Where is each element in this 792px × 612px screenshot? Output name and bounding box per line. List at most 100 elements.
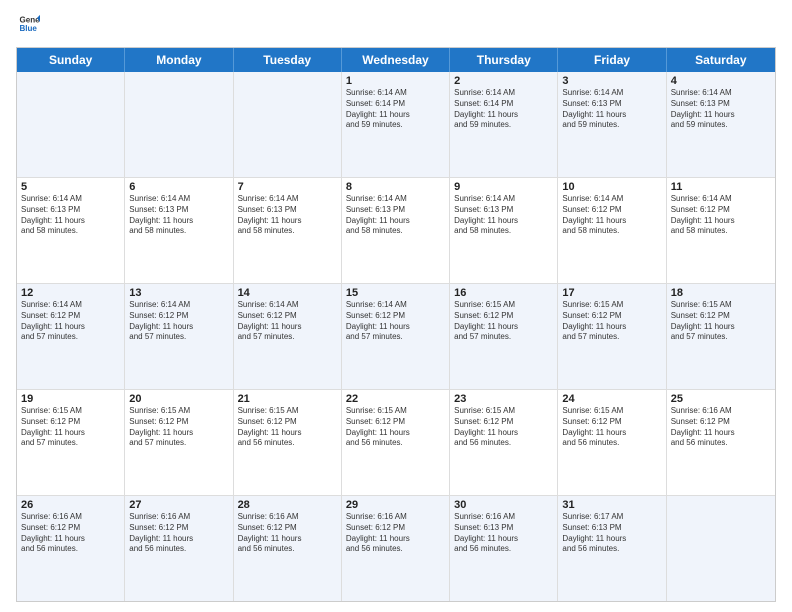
day-detail: Sunrise: 6:14 AM Sunset: 6:12 PM Dayligh…: [129, 300, 228, 343]
calendar-row-3: 19Sunrise: 6:15 AM Sunset: 6:12 PM Dayli…: [17, 389, 775, 495]
day-detail: Sunrise: 6:16 AM Sunset: 6:13 PM Dayligh…: [454, 512, 553, 555]
calendar-cell: 25Sunrise: 6:16 AM Sunset: 6:12 PM Dayli…: [667, 390, 775, 495]
calendar-cell: 1Sunrise: 6:14 AM Sunset: 6:14 PM Daylig…: [342, 72, 450, 177]
day-number: 20: [129, 393, 228, 405]
day-detail: Sunrise: 6:14 AM Sunset: 6:12 PM Dayligh…: [562, 194, 661, 237]
day-number: 16: [454, 287, 553, 299]
day-number: 11: [671, 181, 771, 193]
day-number: 23: [454, 393, 553, 405]
day-detail: Sunrise: 6:17 AM Sunset: 6:13 PM Dayligh…: [562, 512, 661, 555]
day-detail: Sunrise: 6:14 AM Sunset: 6:13 PM Dayligh…: [671, 88, 771, 131]
day-number: 5: [21, 181, 120, 193]
calendar-cell: 21Sunrise: 6:15 AM Sunset: 6:12 PM Dayli…: [234, 390, 342, 495]
day-detail: Sunrise: 6:14 AM Sunset: 6:13 PM Dayligh…: [562, 88, 661, 131]
day-detail: Sunrise: 6:14 AM Sunset: 6:13 PM Dayligh…: [346, 194, 445, 237]
logo-icon: General Blue: [18, 12, 40, 34]
day-number: 25: [671, 393, 771, 405]
day-detail: Sunrise: 6:14 AM Sunset: 6:13 PM Dayligh…: [238, 194, 337, 237]
day-detail: Sunrise: 6:14 AM Sunset: 6:14 PM Dayligh…: [346, 88, 445, 131]
day-detail: Sunrise: 6:16 AM Sunset: 6:12 PM Dayligh…: [671, 406, 771, 449]
day-detail: Sunrise: 6:15 AM Sunset: 6:12 PM Dayligh…: [454, 300, 553, 343]
day-detail: Sunrise: 6:14 AM Sunset: 6:13 PM Dayligh…: [21, 194, 120, 237]
day-detail: Sunrise: 6:15 AM Sunset: 6:12 PM Dayligh…: [21, 406, 120, 449]
header-day-thursday: Thursday: [450, 48, 558, 72]
day-detail: Sunrise: 6:15 AM Sunset: 6:12 PM Dayligh…: [238, 406, 337, 449]
day-detail: Sunrise: 6:16 AM Sunset: 6:12 PM Dayligh…: [346, 512, 445, 555]
calendar-cell: [234, 72, 342, 177]
calendar-cell: 31Sunrise: 6:17 AM Sunset: 6:13 PM Dayli…: [558, 496, 666, 601]
day-number: 31: [562, 499, 661, 511]
day-number: 27: [129, 499, 228, 511]
svg-text:General: General: [19, 15, 40, 24]
day-detail: Sunrise: 6:15 AM Sunset: 6:12 PM Dayligh…: [129, 406, 228, 449]
day-number: 13: [129, 287, 228, 299]
day-number: 18: [671, 287, 771, 299]
calendar-cell: 10Sunrise: 6:14 AM Sunset: 6:12 PM Dayli…: [558, 178, 666, 283]
calendar-row-4: 26Sunrise: 6:16 AM Sunset: 6:12 PM Dayli…: [17, 495, 775, 601]
day-detail: Sunrise: 6:14 AM Sunset: 6:13 PM Dayligh…: [129, 194, 228, 237]
calendar-cell: 23Sunrise: 6:15 AM Sunset: 6:12 PM Dayli…: [450, 390, 558, 495]
day-number: 10: [562, 181, 661, 193]
calendar-cell: 29Sunrise: 6:16 AM Sunset: 6:12 PM Dayli…: [342, 496, 450, 601]
day-detail: Sunrise: 6:14 AM Sunset: 6:12 PM Dayligh…: [346, 300, 445, 343]
day-number: 6: [129, 181, 228, 193]
day-number: 3: [562, 75, 661, 87]
calendar-cell: 24Sunrise: 6:15 AM Sunset: 6:12 PM Dayli…: [558, 390, 666, 495]
calendar-header: SundayMondayTuesdayWednesdayThursdayFrid…: [17, 48, 775, 72]
day-detail: Sunrise: 6:15 AM Sunset: 6:12 PM Dayligh…: [562, 300, 661, 343]
calendar-cell: 26Sunrise: 6:16 AM Sunset: 6:12 PM Dayli…: [17, 496, 125, 601]
calendar-cell: 4Sunrise: 6:14 AM Sunset: 6:13 PM Daylig…: [667, 72, 775, 177]
day-number: 2: [454, 75, 553, 87]
svg-text:Blue: Blue: [19, 24, 37, 33]
calendar-cell: 2Sunrise: 6:14 AM Sunset: 6:14 PM Daylig…: [450, 72, 558, 177]
calendar-cell: 5Sunrise: 6:14 AM Sunset: 6:13 PM Daylig…: [17, 178, 125, 283]
day-detail: Sunrise: 6:16 AM Sunset: 6:12 PM Dayligh…: [238, 512, 337, 555]
calendar: SundayMondayTuesdayWednesdayThursdayFrid…: [16, 47, 776, 602]
calendar-row-1: 5Sunrise: 6:14 AM Sunset: 6:13 PM Daylig…: [17, 177, 775, 283]
calendar-cell: 9Sunrise: 6:14 AM Sunset: 6:13 PM Daylig…: [450, 178, 558, 283]
calendar-cell: 14Sunrise: 6:14 AM Sunset: 6:12 PM Dayli…: [234, 284, 342, 389]
header-day-monday: Monday: [125, 48, 233, 72]
day-detail: Sunrise: 6:15 AM Sunset: 6:12 PM Dayligh…: [346, 406, 445, 449]
calendar-cell: 8Sunrise: 6:14 AM Sunset: 6:13 PM Daylig…: [342, 178, 450, 283]
day-detail: Sunrise: 6:15 AM Sunset: 6:12 PM Dayligh…: [454, 406, 553, 449]
calendar-body: 1Sunrise: 6:14 AM Sunset: 6:14 PM Daylig…: [17, 72, 775, 601]
header-day-wednesday: Wednesday: [342, 48, 450, 72]
calendar-cell: 7Sunrise: 6:14 AM Sunset: 6:13 PM Daylig…: [234, 178, 342, 283]
day-number: 7: [238, 181, 337, 193]
calendar-cell: 11Sunrise: 6:14 AM Sunset: 6:12 PM Dayli…: [667, 178, 775, 283]
header-day-tuesday: Tuesday: [234, 48, 342, 72]
calendar-cell: 3Sunrise: 6:14 AM Sunset: 6:13 PM Daylig…: [558, 72, 666, 177]
calendar-cell: 15Sunrise: 6:14 AM Sunset: 6:12 PM Dayli…: [342, 284, 450, 389]
day-number: 4: [671, 75, 771, 87]
calendar-cell: 17Sunrise: 6:15 AM Sunset: 6:12 PM Dayli…: [558, 284, 666, 389]
day-number: 24: [562, 393, 661, 405]
day-detail: Sunrise: 6:15 AM Sunset: 6:12 PM Dayligh…: [562, 406, 661, 449]
day-detail: Sunrise: 6:14 AM Sunset: 6:12 PM Dayligh…: [21, 300, 120, 343]
day-number: 14: [238, 287, 337, 299]
day-number: 9: [454, 181, 553, 193]
calendar-cell: [125, 72, 233, 177]
calendar-cell: 6Sunrise: 6:14 AM Sunset: 6:13 PM Daylig…: [125, 178, 233, 283]
day-number: 8: [346, 181, 445, 193]
day-detail: Sunrise: 6:14 AM Sunset: 6:12 PM Dayligh…: [671, 194, 771, 237]
calendar-cell: 19Sunrise: 6:15 AM Sunset: 6:12 PM Dayli…: [17, 390, 125, 495]
day-number: 15: [346, 287, 445, 299]
day-number: 28: [238, 499, 337, 511]
calendar-cell: [667, 496, 775, 601]
day-number: 1: [346, 75, 445, 87]
header-day-sunday: Sunday: [17, 48, 125, 72]
calendar-row-0: 1Sunrise: 6:14 AM Sunset: 6:14 PM Daylig…: [17, 72, 775, 177]
calendar-cell: 28Sunrise: 6:16 AM Sunset: 6:12 PM Dayli…: [234, 496, 342, 601]
header: General Blue: [16, 12, 776, 39]
calendar-cell: [17, 72, 125, 177]
day-detail: Sunrise: 6:14 AM Sunset: 6:12 PM Dayligh…: [238, 300, 337, 343]
day-number: 30: [454, 499, 553, 511]
calendar-cell: 12Sunrise: 6:14 AM Sunset: 6:12 PM Dayli…: [17, 284, 125, 389]
calendar-cell: 18Sunrise: 6:15 AM Sunset: 6:12 PM Dayli…: [667, 284, 775, 389]
calendar-cell: 22Sunrise: 6:15 AM Sunset: 6:12 PM Dayli…: [342, 390, 450, 495]
day-number: 21: [238, 393, 337, 405]
day-number: 22: [346, 393, 445, 405]
day-detail: Sunrise: 6:14 AM Sunset: 6:13 PM Dayligh…: [454, 194, 553, 237]
calendar-cell: 13Sunrise: 6:14 AM Sunset: 6:12 PM Dayli…: [125, 284, 233, 389]
